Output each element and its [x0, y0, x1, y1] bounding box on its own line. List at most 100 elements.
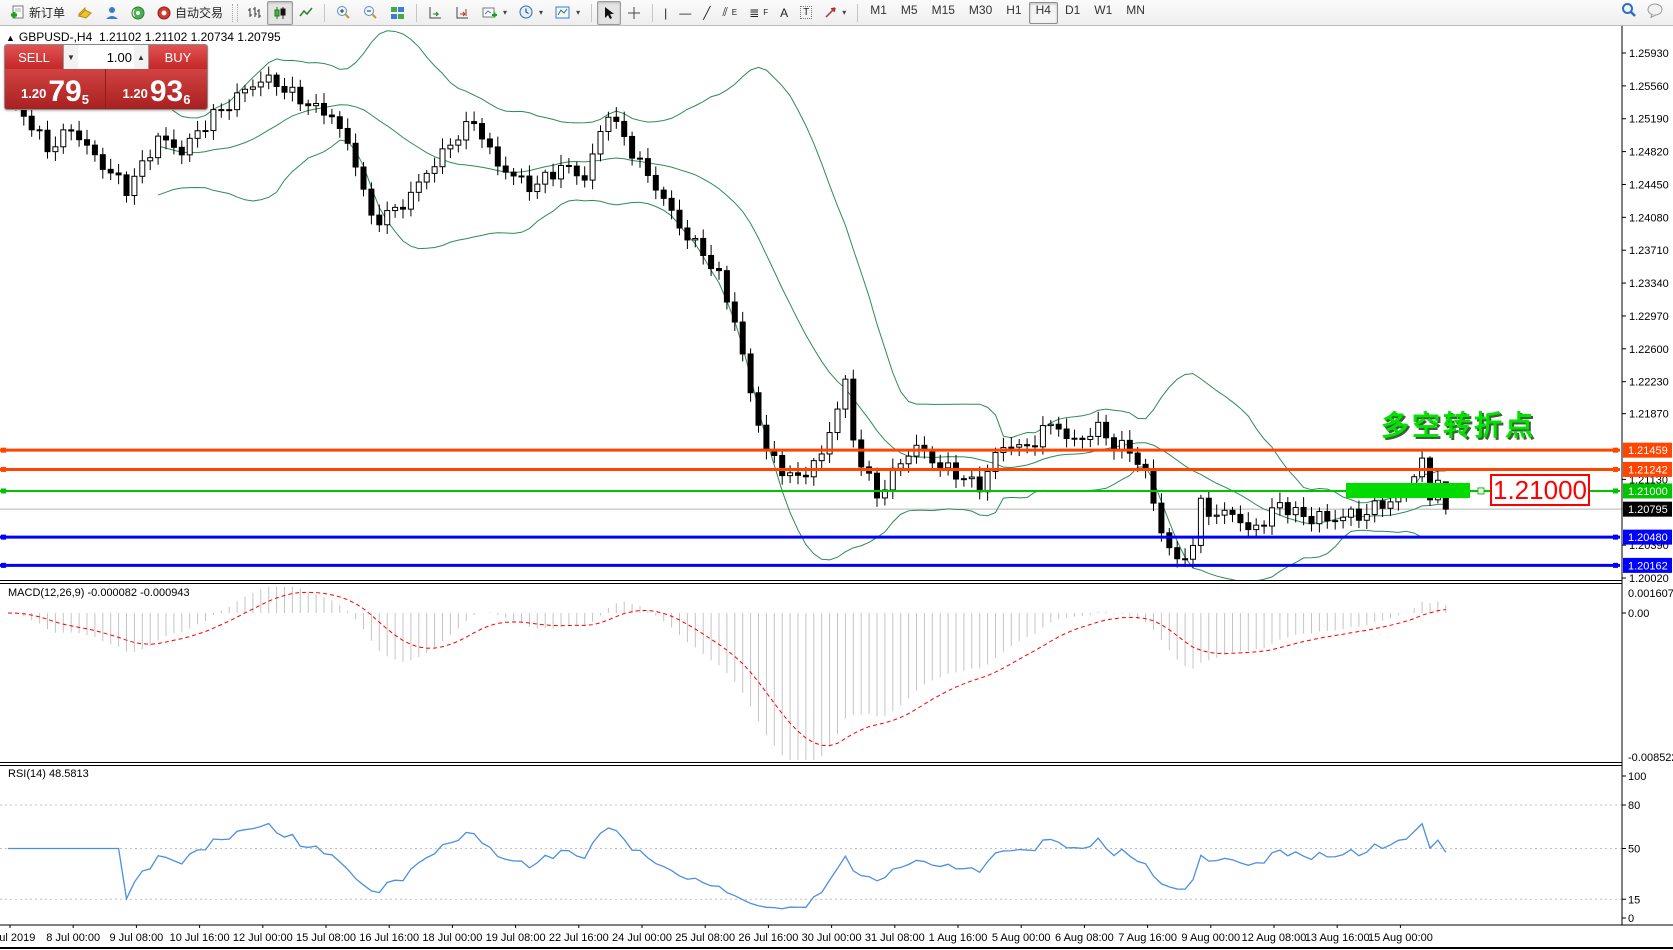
candle-body: [1356, 509, 1361, 520]
candle-body: [1380, 501, 1385, 508]
candle-body: [258, 82, 263, 87]
collapse-arrow-icon[interactable]: ▲: [6, 33, 15, 43]
price-tick-label: 1.25930: [1629, 48, 1669, 60]
volume-down-button[interactable]: ▼: [64, 45, 78, 69]
rsi-value: 48.5813: [49, 768, 89, 780]
candle-body: [622, 121, 627, 136]
candle-body: [977, 477, 982, 492]
line-anchor[interactable]: [1, 448, 6, 453]
chart-annotation-text[interactable]: 多空转折点: [1381, 404, 1536, 444]
volume-input[interactable]: [78, 49, 134, 66]
candle-body: [1349, 509, 1354, 517]
candle-body: [724, 271, 729, 302]
volume-up-button[interactable]: ▲: [134, 45, 148, 69]
price-chart[interactable]: 1.259301.255601.251901.248201.244501.240…: [0, 0, 1673, 950]
candle-body: [369, 189, 374, 215]
sell-price-big: 79: [48, 77, 81, 107]
buy-price-sup: 6: [183, 93, 190, 107]
line-anchor[interactable]: [1, 563, 6, 568]
candle-body: [638, 158, 643, 159]
candle-body: [851, 379, 856, 440]
candle-body: [487, 139, 492, 147]
candle-body: [574, 166, 579, 176]
line-anchor[interactable]: [1613, 488, 1618, 493]
highlight-rectangle[interactable]: [1346, 483, 1470, 498]
level-price-tag: 1.21242: [1623, 462, 1672, 477]
candle-body: [1277, 503, 1282, 508]
candle-body: [282, 86, 287, 92]
buy-button[interactable]: BUY: [149, 45, 207, 69]
candle-body: [701, 238, 706, 255]
candle-body: [535, 184, 540, 191]
candle-body: [1214, 515, 1219, 516]
candle-body: [906, 456, 911, 464]
candle-body: [1025, 445, 1030, 446]
price-callout-box[interactable]: 1.21000: [1490, 474, 1590, 506]
macd-name: MACD(12,26,9): [8, 587, 84, 599]
candle-body: [669, 198, 674, 210]
candle-body: [559, 165, 564, 178]
line-anchor[interactable]: [1, 488, 6, 493]
line-anchor[interactable]: [1613, 563, 1618, 568]
candle-body: [29, 116, 34, 130]
line-anchor[interactable]: [1613, 448, 1618, 453]
level-price-tag: 1.20162: [1623, 558, 1672, 573]
line-anchor[interactable]: [1613, 467, 1618, 472]
candle-body: [551, 172, 556, 179]
candle-body: [764, 425, 769, 450]
candle-body: [401, 207, 406, 209]
candle-body: [337, 117, 342, 129]
candle-body: [898, 464, 903, 469]
candle-body: [243, 89, 248, 93]
svg-text:1.21459: 1.21459: [1628, 445, 1668, 457]
candle-body: [274, 75, 279, 86]
candle-body: [1270, 508, 1275, 526]
candle-body: [345, 128, 350, 143]
candle-body: [709, 255, 714, 268]
time-label: 18 Jul 00:00: [422, 932, 482, 944]
candle-body: [314, 103, 319, 105]
time-label: 15 Aug 00:00: [1368, 932, 1433, 944]
macd-axis-max: 0.001607: [1628, 588, 1673, 600]
time-label: 12 Jul 00:00: [233, 932, 293, 944]
time-label: 10 Jul 16:00: [170, 932, 230, 944]
candle-body: [393, 207, 398, 210]
svg-text:1.21000: 1.21000: [1628, 486, 1668, 498]
sell-price[interactable]: 1.20 79 5: [5, 69, 106, 109]
candle-body: [361, 167, 366, 189]
time-label: 1 Aug 16:00: [929, 932, 988, 944]
candle-body: [227, 110, 232, 111]
candle-body: [661, 190, 666, 198]
candle-body: [1183, 559, 1188, 560]
buy-price[interactable]: 1.20 93 6: [106, 69, 207, 109]
price-tick-label: 1.22230: [1629, 377, 1669, 389]
candle-body: [306, 104, 311, 106]
candle-body: [424, 173, 429, 182]
candle-body: [266, 75, 271, 82]
line-anchor[interactable]: [1613, 535, 1618, 540]
buy-price-big: 93: [150, 77, 183, 107]
svg-text:1.21242: 1.21242: [1628, 464, 1668, 476]
candle-body: [53, 147, 58, 152]
candle-body: [985, 471, 990, 491]
rsi-axis-label: 50: [1628, 844, 1640, 856]
level-price-tag: 1.20480: [1623, 530, 1672, 545]
chart-title: ▲GBPUSD-,H4 1.21102 1.21102 1.20734 1.20…: [6, 30, 281, 44]
time-label: 9 Aug 00:00: [1181, 932, 1240, 944]
sell-button[interactable]: SELL: [5, 45, 63, 69]
connector-anchor[interactable]: [1478, 488, 1484, 494]
time-label: 9 Jul 08:00: [109, 932, 163, 944]
time-label: 4 Jul 2019: [0, 932, 35, 944]
line-anchor[interactable]: [1, 467, 6, 472]
time-label: 13 Aug 16:00: [1305, 932, 1370, 944]
candle-body: [598, 131, 603, 153]
time-label: 15 Jul 08:00: [296, 932, 356, 944]
candle-body: [1230, 510, 1235, 514]
candle-body: [1372, 501, 1377, 515]
candle-body: [606, 117, 611, 131]
time-label: 22 Jul 16:00: [549, 932, 609, 944]
line-anchor[interactable]: [1, 535, 6, 540]
price-tick-label: 1.22600: [1629, 344, 1669, 356]
candle-body: [788, 473, 793, 476]
candle-body: [511, 172, 516, 176]
